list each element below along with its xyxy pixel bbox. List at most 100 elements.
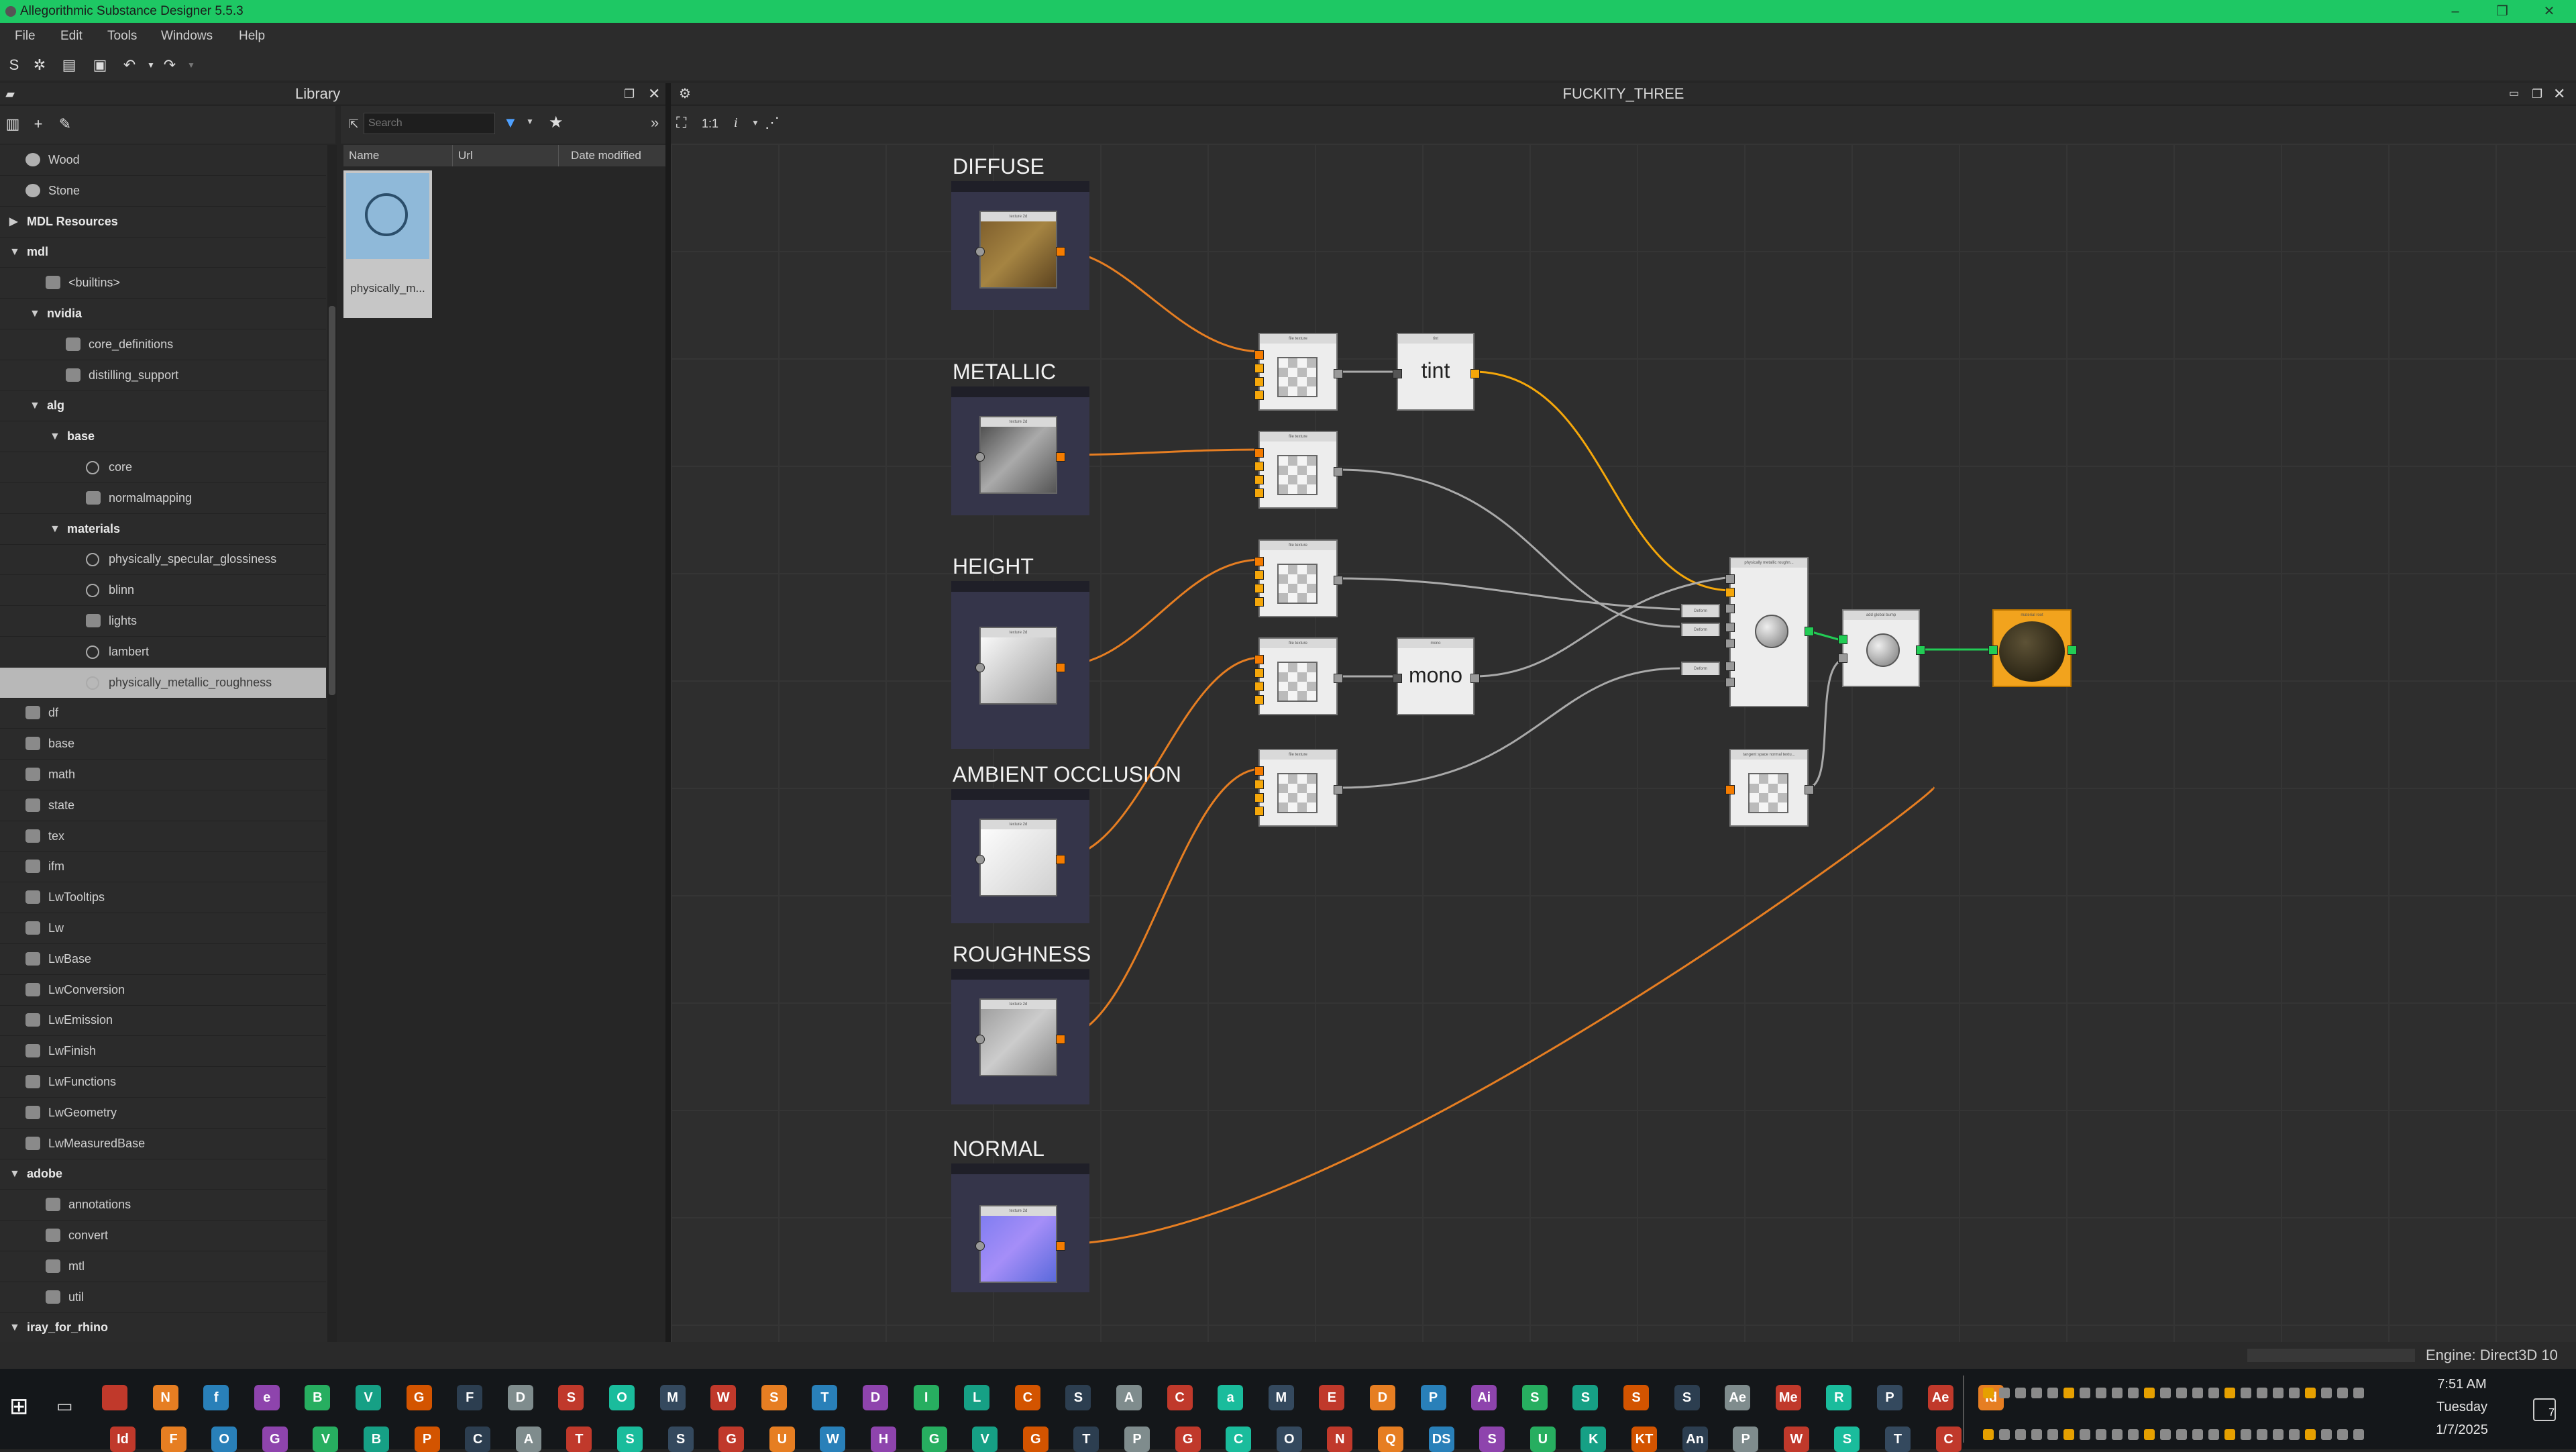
taskbar-app-icon[interactable]: C [1167, 1385, 1193, 1410]
taskbar-app-icon[interactable]: C [1935, 1427, 1962, 1452]
taskbar-app-icon[interactable]: E [1319, 1385, 1345, 1410]
column-name[interactable]: Name [349, 145, 379, 166]
taskbar-app-icon[interactable]: Ae [1725, 1385, 1751, 1410]
taskbar-app-icon[interactable]: Me [1775, 1385, 1801, 1410]
tray-icon[interactable] [2047, 1388, 2058, 1398]
tree-item-stone[interactable]: Stone [0, 176, 326, 207]
taskbar-app-icon[interactable]: a [1218, 1385, 1244, 1410]
taskbar-app-icon[interactable]: KT [1631, 1427, 1657, 1452]
tree-item-mdl[interactable]: ▼ mdl [0, 237, 326, 268]
collapse-arrow-icon[interactable]: ▼ [9, 1159, 20, 1189]
tree-item-materials[interactable]: ▼ materials [0, 514, 326, 545]
task-view-icon[interactable]: ▭ [56, 1396, 73, 1416]
taskbar-app-icon[interactable]: Ai [1471, 1385, 1497, 1410]
taskbar-app-icon[interactable]: S [667, 1427, 694, 1452]
tree-item-builtins[interactable]: <builtins> [0, 268, 326, 299]
tray-icon[interactable] [1983, 1388, 1994, 1398]
taskbar-app-icon[interactable]: DS [1428, 1427, 1454, 1452]
tray-icon[interactable] [2144, 1388, 2155, 1398]
tree-item-alg[interactable]: ▼ alg [0, 391, 326, 422]
node-physically-metallic-roughness[interactable]: physically metallic roughn... [1725, 557, 1814, 707]
node-file-texture-1[interactable]: file texture [1254, 333, 1343, 411]
input-port[interactable] [1254, 364, 1264, 373]
taskbar-app-icon[interactable]: V [972, 1427, 998, 1452]
tray-icon[interactable] [2096, 1388, 2106, 1398]
tray-icon[interactable] [2015, 1388, 2026, 1398]
tree-item-iray-for-rhino[interactable]: ▼ iray_for_rhino [0, 1312, 326, 1344]
float-panel-icon[interactable]: ❐ [624, 83, 635, 105]
tray-icon[interactable] [2305, 1388, 2316, 1398]
taskbar-app-icon[interactable]: An [1682, 1427, 1708, 1452]
node-small-1[interactable]: Deform [1681, 604, 1720, 617]
tray-icon[interactable] [1999, 1388, 2010, 1398]
column-url[interactable]: Url [452, 145, 473, 166]
taskbar-app-icon[interactable]: O [609, 1385, 635, 1410]
taskbar-app-icon[interactable]: Q [1378, 1427, 1403, 1452]
input-port[interactable] [1988, 645, 1998, 655]
tray-icon[interactable] [2063, 1388, 2074, 1398]
taskbar-app-icon[interactable]: P [414, 1427, 440, 1452]
taskbar-app-icon[interactable]: T [1073, 1427, 1099, 1452]
node-small-2[interactable]: Deform [1681, 623, 1720, 636]
save-all-icon[interactable]: ▣ [91, 56, 109, 74]
taskbar-app-icon[interactable]: S [558, 1385, 584, 1410]
input-port[interactable] [1254, 695, 1264, 705]
tray-icon[interactable] [2031, 1429, 2042, 1440]
tray-icon[interactable] [2128, 1429, 2139, 1440]
taskbar-app-icon[interactable]: O [1276, 1427, 1302, 1452]
tray-icon[interactable] [2337, 1388, 2348, 1398]
tray-icon[interactable] [2321, 1429, 2332, 1440]
tray-icon[interactable] [2353, 1429, 2364, 1440]
tree-item-base[interactable]: base [0, 729, 326, 760]
node-texture2d-roughness[interactable]: texture 2d [975, 998, 1065, 1076]
tree-item-normalmapping[interactable]: normalmapping [0, 483, 326, 514]
taskbar-app-icon[interactable]: B [364, 1427, 389, 1452]
collapse-arrow-icon[interactable]: ▼ [9, 237, 20, 267]
edit-list-icon[interactable]: ✎ [56, 115, 74, 133]
tree-item-ifm[interactable]: ifm [0, 851, 326, 883]
tray-icon[interactable] [2321, 1388, 2332, 1398]
fit-view-icon[interactable]: ⛶ [676, 114, 686, 132]
info-dropdown-icon[interactable]: ▼ [751, 118, 759, 127]
tree-item-physically-metallic-roughness[interactable]: physically_metallic_roughness [0, 667, 326, 698]
tray-icon[interactable] [2112, 1388, 2123, 1398]
input-port[interactable] [1393, 674, 1402, 683]
node-texture2d-height[interactable]: texture 2d [975, 627, 1065, 705]
pin-panel-icon[interactable]: ▭ [2509, 83, 2519, 105]
node-mono[interactable]: mono mono [1393, 637, 1480, 715]
taskbar-app-icon[interactable]: V [356, 1385, 381, 1410]
input-port[interactable] [975, 1241, 985, 1251]
tray-icon[interactable] [2047, 1429, 2058, 1440]
tree-item-wood[interactable]: Wood [0, 145, 326, 176]
tray-icon[interactable] [2208, 1429, 2219, 1440]
taskbar-app-icon[interactable]: N [1327, 1427, 1353, 1452]
taskbar-app-icon[interactable]: D [507, 1385, 533, 1410]
panel-splitter[interactable] [665, 83, 671, 1342]
tree-item-convert[interactable]: convert [0, 1221, 326, 1251]
tray-icon[interactable] [2353, 1388, 2364, 1398]
clock-day[interactable]: Tuesday [2408, 1400, 2516, 1415]
input-port[interactable] [1254, 557, 1264, 566]
output-port[interactable] [2068, 645, 2077, 655]
taskbar-app-icon[interactable]: S [1834, 1427, 1860, 1452]
input-port[interactable] [975, 247, 985, 256]
output-port[interactable] [1470, 369, 1480, 378]
taskbar-app-icon[interactable]: T [1885, 1427, 1911, 1452]
folder-icon[interactable]: ▰ [0, 83, 20, 105]
node-file-texture-4[interactable]: file texture [1254, 637, 1343, 715]
input-port[interactable] [1254, 462, 1264, 471]
tray-icon[interactable] [2192, 1429, 2203, 1440]
taskbar-app-icon[interactable]: L [964, 1385, 990, 1410]
taskbar-app-icon[interactable]: S [1479, 1427, 1505, 1452]
collapse-arrow-icon[interactable]: ▼ [30, 299, 40, 329]
taskbar-app-icon[interactable]: e [254, 1385, 280, 1410]
menu-edit[interactable]: Edit [60, 23, 83, 50]
output-port[interactable] [1056, 1241, 1065, 1251]
tray-icon[interactable] [2128, 1388, 2139, 1398]
undo-dropdown-icon[interactable]: ▼ [142, 56, 160, 74]
restore-button[interactable]: ❐ [2482, 0, 2522, 23]
taskbar-app-icon[interactable]: G [1022, 1427, 1049, 1452]
tree-item-base[interactable]: ▼ base [0, 421, 326, 453]
taskbar-app-icon[interactable]: S [1065, 1385, 1091, 1410]
taskbar-app-icon[interactable]: M [659, 1385, 686, 1410]
